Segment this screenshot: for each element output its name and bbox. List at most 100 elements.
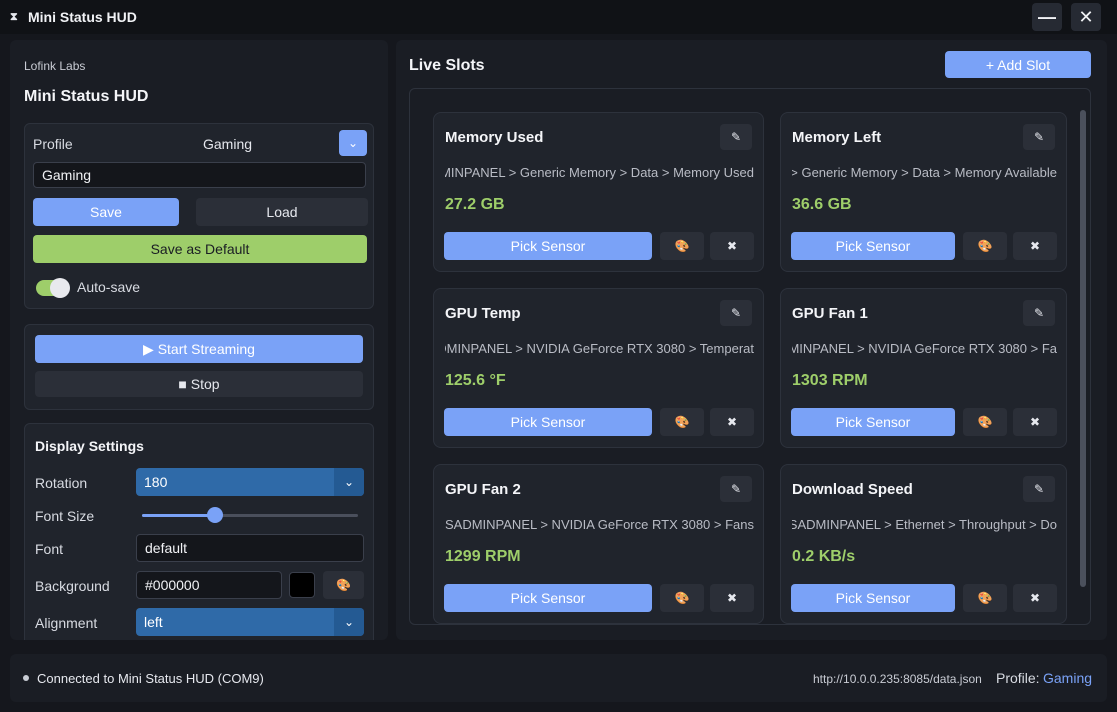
sensor-value: 125.6 °F <box>445 372 506 389</box>
slot-color-button[interactable]: 🎨 <box>660 232 704 260</box>
window-title: Mini Status HUD <box>28 9 137 25</box>
live-slots-title: Live Slots <box>409 57 485 74</box>
sensor-path: SYSADMINPANEL > Ethernet > Throughput > … <box>792 517 1057 535</box>
slot-color-button[interactable]: 🎨 <box>963 584 1007 612</box>
load-button[interactable]: Load <box>196 198 368 226</box>
sensor-value: 1299 RPM <box>445 548 521 565</box>
slot-color-button[interactable]: 🎨 <box>660 584 704 612</box>
autosave-label: Auto-save <box>77 279 141 295</box>
rotation-select[interactable]: 180 ⌄ <box>136 468 364 496</box>
autosave-toggle[interactable] <box>36 278 70 298</box>
edit-slot-button[interactable]: ✎ <box>720 476 752 502</box>
remove-slot-button[interactable]: ✖ <box>710 408 754 436</box>
sensor-path: SYSADMINPANEL > NVIDIA GeForce RTX 3080 … <box>792 341 1057 359</box>
slot-card: GPU Fan 1 ✎ SYSADMINPANEL > NVIDIA GeForce… <box>780 288 1067 448</box>
palette-icon: 🎨 <box>674 239 690 253</box>
pick-sensor-button[interactable]: Pick Sensor <box>444 584 652 612</box>
stop-button[interactable]: ■ Stop <box>35 371 363 397</box>
status-profile-value: Gaming <box>1043 670 1093 686</box>
pencil-icon: ✎ <box>730 130 742 144</box>
connection-status-dot <box>23 675 29 681</box>
slot-color-button[interactable]: 🎨 <box>660 408 704 436</box>
slot-card: Memory Left ✎ SYSADMINPANEL > Generic Memo… <box>780 112 1067 272</box>
pick-sensor-button[interactable]: Pick Sensor <box>791 408 955 436</box>
palette-icon: 🎨 <box>977 415 993 429</box>
edit-slot-button[interactable]: ✎ <box>1023 124 1055 150</box>
edit-slot-button[interactable]: ✎ <box>720 300 752 326</box>
remove-slot-button[interactable]: ✖ <box>1013 232 1057 260</box>
close-icon: ✖ <box>726 415 738 429</box>
scrollbar-thumb[interactable] <box>1080 110 1086 587</box>
palette-icon: 🎨 <box>977 239 993 253</box>
palette-icon: 🎨 <box>977 591 993 605</box>
pick-sensor-button[interactable]: Pick Sensor <box>444 232 652 260</box>
sensor-value: 0.2 KB/s <box>792 548 856 565</box>
save-as-default-button[interactable]: Save as Default <box>33 235 367 263</box>
pencil-icon: ✎ <box>1033 482 1045 496</box>
background-color-input[interactable]: #000000 <box>136 571 282 599</box>
slot-title: GPU Fan 2 <box>445 481 521 498</box>
pencil-icon: ✎ <box>1033 306 1045 320</box>
edit-slot-button[interactable]: ✎ <box>1023 300 1055 326</box>
slider-fill <box>142 514 216 517</box>
minimize-button[interactable]: — <box>1032 3 1062 31</box>
streaming-panel: ▶ Start Streaming ■ Stop <box>24 324 374 410</box>
chevron-down-icon: ⌄ <box>334 608 364 636</box>
edit-slot-button[interactable]: ✎ <box>720 124 752 150</box>
remove-slot-button[interactable]: ✖ <box>710 584 754 612</box>
background-color-picker-button[interactable]: 🎨 <box>323 571 364 599</box>
sensor-path: SYSADMINPANEL > NVIDIA GeForce RTX 3080 … <box>445 517 754 535</box>
chevron-down-icon: ⌄ <box>347 136 359 150</box>
sensor-path-text: SYSADMINPANEL > Ethernet > Throughput > … <box>792 517 1057 532</box>
add-slot-button[interactable]: + Add Slot <box>945 51 1091 78</box>
background-color-swatch[interactable] <box>289 572 315 598</box>
display-settings-panel: Display Settings Rotation 180 ⌄ Font Siz… <box>24 423 374 640</box>
alignment-select[interactable]: left ⌄ <box>136 608 364 636</box>
font-size-label: Font Size <box>35 508 95 524</box>
slot-color-button[interactable]: 🎨 <box>963 408 1007 436</box>
slots-scroll-area[interactable]: Memory Used ✎ SYSADMINPANEL > Generic Memo… <box>409 88 1091 625</box>
alignment-value: left <box>144 614 163 630</box>
pencil-icon: ✎ <box>1033 130 1045 144</box>
sensor-path-text: SYSADMINPANEL > NVIDIA GeForce RTX 3080 … <box>445 517 754 532</box>
sensor-path: SYSADMINPANEL > NVIDIA GeForce RTX 3080 … <box>445 341 754 359</box>
palette-icon: 🎨 <box>674 415 690 429</box>
status-profile-label: Profile: <box>996 670 1040 686</box>
start-streaming-button[interactable]: ▶ Start Streaming <box>35 335 363 363</box>
remove-slot-button[interactable]: ✖ <box>1013 584 1057 612</box>
font-size-slider[interactable] <box>142 514 358 517</box>
title-bar: ⧗ Mini Status HUD — ✕ <box>0 0 1117 34</box>
pick-sensor-button[interactable]: Pick Sensor <box>791 232 955 260</box>
display-settings-title: Display Settings <box>35 438 144 454</box>
minimize-icon: — <box>1038 6 1056 27</box>
slot-card: Memory Used ✎ SYSADMINPANEL > Generic Memo… <box>433 112 764 272</box>
font-size-slider-thumb[interactable] <box>207 507 224 523</box>
save-button[interactable]: Save <box>33 198 179 226</box>
profile-name-input[interactable]: Gaming <box>33 162 366 188</box>
font-input[interactable]: default <box>136 534 364 562</box>
sidebar-title: Mini Status HUD <box>24 88 149 105</box>
slot-color-button[interactable]: 🎨 <box>963 232 1007 260</box>
profile-select-value[interactable]: Gaming <box>203 136 252 152</box>
sensor-value: 36.6 GB <box>792 196 852 213</box>
close-icon: ✖ <box>1029 591 1041 605</box>
sidebar: Lofink Labs Mini Status HUD Profile Gami… <box>10 40 388 640</box>
connection-status: Connected to Mini Status HUD (COM9) <box>37 671 264 686</box>
remove-slot-button[interactable]: ✖ <box>1013 408 1057 436</box>
background-label: Background <box>35 578 110 594</box>
pick-sensor-button[interactable]: Pick Sensor <box>791 584 955 612</box>
profile-dropdown-button[interactable]: ⌄ <box>339 130 367 156</box>
org-name: Lofink Labs <box>24 59 86 73</box>
font-label: Font <box>35 541 64 557</box>
close-button[interactable]: ✕ <box>1071 3 1101 31</box>
toggle-knob <box>50 278 70 298</box>
sensor-value: 1303 RPM <box>792 372 868 389</box>
live-slots-area: Live Slots + Add Slot Memory Used ✎ SYSADM… <box>396 40 1107 640</box>
remove-slot-button[interactable]: ✖ <box>710 232 754 260</box>
edit-slot-button[interactable]: ✎ <box>1023 476 1055 502</box>
slot-card: Download Speed ✎ SYSADMINPANEL > Ethernet … <box>780 464 1067 624</box>
pick-sensor-button[interactable]: Pick Sensor <box>444 408 652 436</box>
sensor-path: SYSADMINPANEL > Generic Memory > Data > … <box>445 165 754 183</box>
sensor-path-text: SYSADMINPANEL > NVIDIA GeForce RTX 3080 … <box>445 341 754 356</box>
rotation-label: Rotation <box>35 475 88 491</box>
